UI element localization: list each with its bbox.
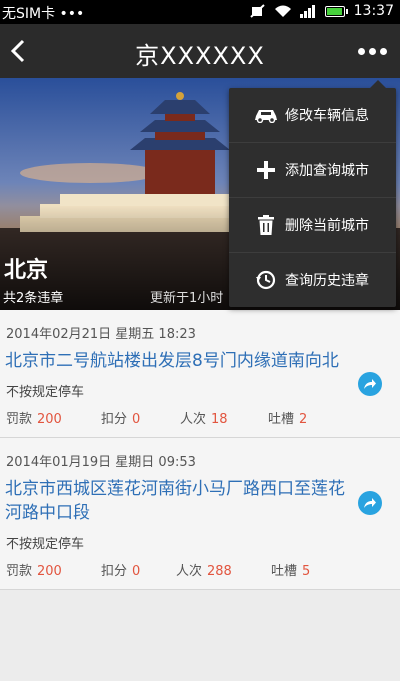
clock-text: 13:37 [353,3,394,19]
trash-icon [251,213,281,237]
menu-item-history[interactable]: 查询历史违章 [229,253,396,307]
menu-item-add-city[interactable]: 添加查询城市 [229,143,396,198]
menu-item-label: 查询历史违章 [285,273,369,289]
plus-icon [251,158,281,182]
points-stat: 扣分 0 [101,564,141,579]
violation-reason: 不按规定停车 [6,537,85,552]
list-item[interactable]: 2014年01月19日 星期日 09:53 北京市西城区莲花河南街小马厂路西口至… [0,438,400,590]
menu-item-edit-vehicle[interactable]: 修改车辆信息 [229,88,396,143]
share-arrow-icon [364,379,376,389]
people-stat: 人次 18 [180,412,228,427]
battery-icon [324,5,348,17]
violation-address[interactable]: 北京市二号航站楼出发层8号门内缘道南向北 [0,343,400,373]
points-stat: 扣分 0 [101,412,141,427]
fine-stat: 罚款 200 [6,412,62,427]
more-dot-icon [379,47,387,55]
signal-icon [299,4,316,18]
violation-stats: 罚款 200 扣分 0 人次 288 吐槽 5 [0,552,400,589]
share-button[interactable] [358,372,382,396]
carrier-text: 无SIM卡 ••• [2,6,85,22]
more-dot-icon [368,47,376,55]
mute-icon [249,4,266,18]
list-item[interactable]: 2014年02月21日 星期五 18:23 北京市二号航站楼出发层8号门内缘道南… [0,310,400,438]
violation-date: 2014年01月19日 星期日 09:53 [6,455,196,470]
violation-count: 共2条违章 [3,291,64,306]
car-icon [251,103,281,127]
share-button[interactable] [358,491,382,515]
overflow-menu: 修改车辆信息 添加查询城市 删除当前城市 查询历史违章 [229,80,396,307]
navigation-bar: 京XXXXXX [0,24,400,78]
comments-stat[interactable]: 吐槽 5 [271,560,310,579]
violation-date: 2014年02月21日 星期五 18:23 [6,327,196,342]
violation-list: 2014年02月21日 星期五 18:23 北京市二号航站楼出发层8号门内缘道南… [0,310,400,590]
comments-stat[interactable]: 吐槽 2 [268,408,307,427]
status-bar: 无SIM卡 ••• 13:37 [0,0,400,24]
wifi-icon [274,5,291,18]
menu-item-delete-city[interactable]: 删除当前城市 [229,198,396,253]
share-arrow-icon [364,498,376,508]
fine-stat: 罚款 200 [6,564,62,579]
menu-item-label: 添加查询城市 [285,163,369,179]
violation-stats: 罚款 200 扣分 0 人次 18 吐槽 2 [0,400,400,437]
more-dot-icon [357,47,365,55]
more-menu-button[interactable] [352,24,392,78]
violation-reason: 不按规定停车 [6,385,85,400]
page-title: 京XXXXXX [135,42,265,70]
menu-item-label: 修改车辆信息 [285,108,369,124]
menu-item-label: 删除当前城市 [285,218,369,234]
update-time: 更新于1小时 [150,291,224,306]
violation-address[interactable]: 北京市西城区莲花河南街小马厂路西口至莲花河路中口段 [0,471,400,525]
people-stat: 人次 288 [176,564,232,579]
city-name: 北京 [4,258,49,283]
history-icon [251,268,281,292]
